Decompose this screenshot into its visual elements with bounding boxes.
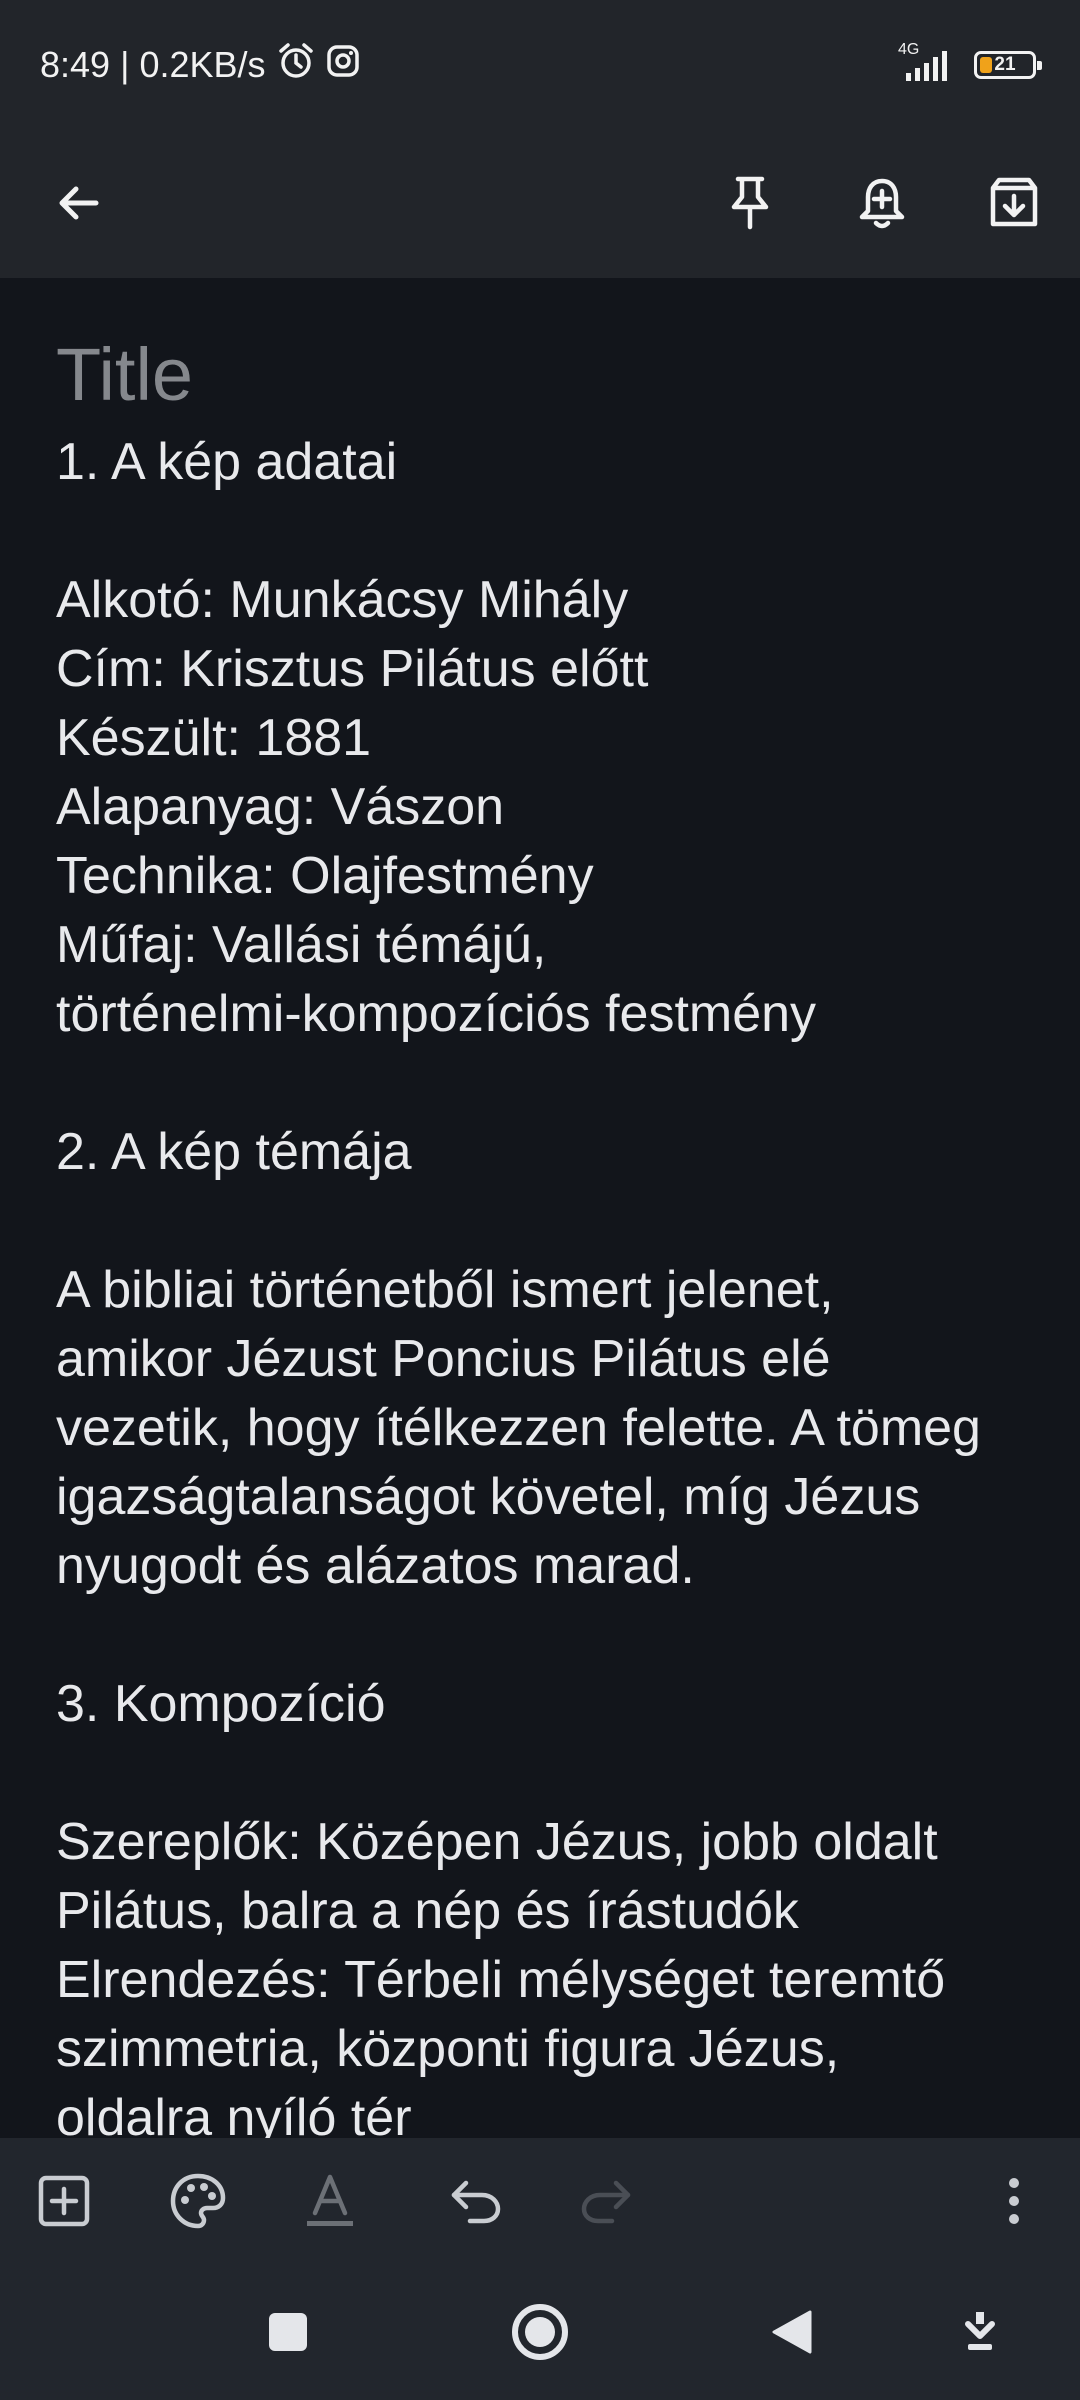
note-line: [56, 1049, 1066, 1118]
title-input[interactable]: Title: [56, 332, 193, 417]
redo-icon: [580, 2177, 632, 2230]
undo-button[interactable]: [436, 2163, 516, 2243]
app-bar: [0, 128, 1080, 278]
note-line: vezetik, hogy ítélkezzen felette. A töme…: [56, 1399, 981, 1457]
back-triangle-icon: [770, 2308, 814, 2361]
system-nav-bar: [0, 2268, 1080, 2400]
archive-button[interactable]: [974, 165, 1054, 245]
status-left: 8:49 | 0.2KB/s: [40, 40, 360, 90]
home-circle-icon: [510, 2302, 570, 2367]
more-options-button[interactable]: [974, 2163, 1054, 2243]
note-line: Elrendezés: Térbeli mélységet teremtő: [56, 1951, 946, 2009]
note-line: Szereplők: Középen Jézus, jobb oldalt: [56, 1813, 938, 1871]
note-line: szimmetria, központi figura Jézus,: [56, 2020, 840, 2078]
note-line: [56, 497, 1066, 566]
note-line: [56, 1601, 1066, 1670]
note-line: [56, 1739, 1066, 1808]
alarm-icon: [276, 41, 316, 90]
archive-icon: [987, 176, 1041, 235]
note-line: Alkotó: Munkácsy Mihály: [56, 571, 629, 629]
note-line: Pilátus, balra a nép és írástudók: [56, 1882, 799, 1940]
home-button[interactable]: [500, 2294, 580, 2374]
keyboard-hide-icon: [960, 2310, 1000, 2359]
add-box-icon: [37, 2174, 91, 2233]
text-format-icon: [305, 2173, 355, 2234]
note-line: amikor Jézust Poncius Pilátus elé: [56, 1330, 831, 1388]
note-line: Cím: Krisztus Pilátus előtt: [56, 640, 649, 698]
more-vert-icon: [1004, 2175, 1024, 2232]
pin-icon: [728, 175, 772, 236]
add-content-button[interactable]: [24, 2163, 104, 2243]
recents-square-icon: [267, 2311, 309, 2358]
status-right: 4G 21: [898, 40, 1042, 90]
back-arrow-icon: [54, 179, 102, 232]
note-body-input[interactable]: 1. A kép adatai Alkotó: Munkácsy Mihály Cí…: [56, 428, 1066, 2138]
note-line: 2. A kép témája: [56, 1123, 412, 1181]
battery-level: 21: [994, 54, 1016, 75]
note-line: A bibliai történetből ismert jelenet,: [56, 1261, 834, 1319]
note-line: 1. A kép adatai: [56, 433, 398, 491]
palette-icon: [169, 2172, 227, 2235]
redo-button[interactable]: [566, 2163, 646, 2243]
note-line: igazságtalanságot követel, míg Jézus: [56, 1468, 921, 1526]
note-line: Alapanyag: Vászon: [56, 778, 505, 836]
battery-icon: 21: [974, 51, 1042, 79]
reminder-button[interactable]: [842, 165, 922, 245]
editor-toolbar: [0, 2138, 1080, 2268]
add-reminder-icon: [858, 175, 906, 236]
undo-icon: [450, 2177, 502, 2230]
back-nav-button[interactable]: [752, 2294, 832, 2374]
hide-keyboard-button[interactable]: [940, 2294, 1020, 2374]
pin-button[interactable]: [710, 165, 790, 245]
note-line: oldalra nyíló tér: [56, 2089, 412, 2138]
note-line: Technika: Olajfestmény: [56, 847, 594, 905]
instagram-icon: [326, 44, 360, 87]
background-options-button[interactable]: [158, 2163, 238, 2243]
status-separator: |: [120, 44, 130, 85]
note-editor: Title 1. A kép adatai Alkotó: Munkácsy Mi…: [0, 278, 1080, 2138]
note-line: 3. Kompozíció: [56, 1675, 386, 1733]
text-format-button[interactable]: [290, 2163, 370, 2243]
status-bar: 8:49 | 0.2KB/s 4G 21: [0, 0, 1080, 128]
recents-button[interactable]: [248, 2294, 328, 2374]
note-line: Készült: 1881: [56, 709, 372, 767]
note-line: történelmi-kompozíciós festmény: [56, 985, 817, 1043]
status-time: 8:49: [40, 44, 111, 85]
note-line: [56, 1187, 1066, 1256]
signal-icon: 4G: [898, 41, 960, 85]
back-button[interactable]: [38, 165, 118, 245]
note-line: Műfaj: Vallási témájú,: [56, 916, 547, 974]
note-line: nyugodt és alázatos marad.: [56, 1537, 695, 1595]
network-speed: 0.2KB/s: [139, 44, 266, 85]
